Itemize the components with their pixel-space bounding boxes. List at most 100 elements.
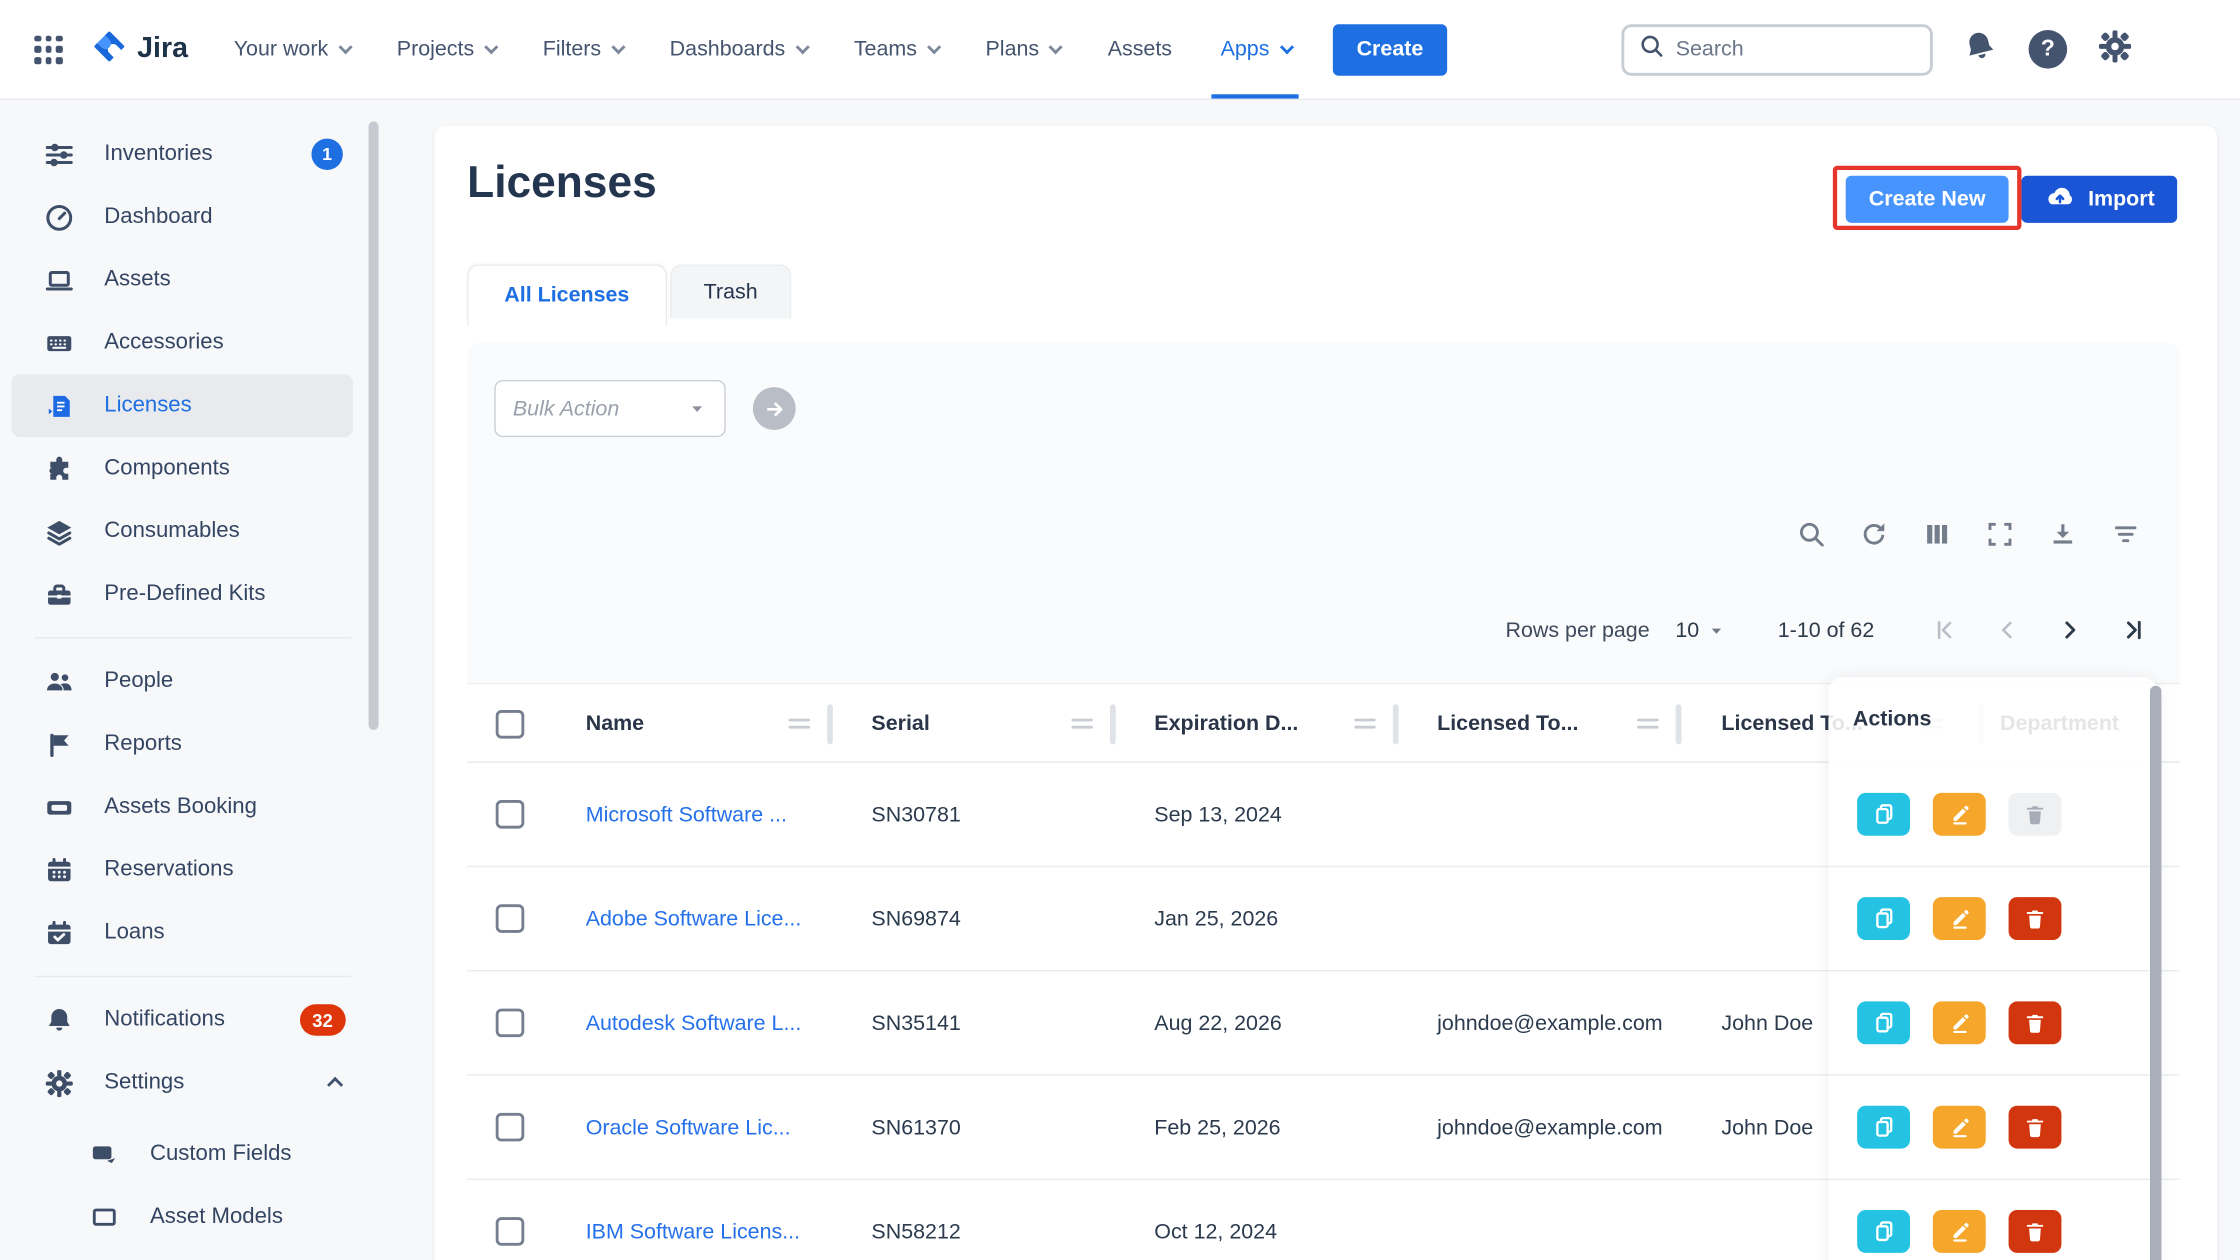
bulk-action-select[interactable]: Bulk Action (494, 380, 725, 437)
first-page-button[interactable] (1931, 617, 1957, 643)
row-checkbox[interactable] (496, 1113, 525, 1142)
column-resizer[interactable] (1393, 704, 1399, 744)
license-name-link[interactable]: Oracle Software Lic... (586, 1076, 791, 1180)
row-checkbox[interactable] (496, 1217, 525, 1246)
copy-button[interactable] (1857, 1106, 1910, 1149)
jira-logo[interactable]: Jira (91, 28, 188, 71)
sidebar-item-people[interactable]: People (0, 650, 386, 713)
copy-button[interactable] (1857, 793, 1910, 836)
sidebar-item-inventories[interactable]: Inventories 1 (0, 123, 386, 186)
delete-button[interactable] (2009, 1210, 2062, 1253)
sidebar-item-components[interactable]: Components (0, 437, 386, 500)
nav-dashboards[interactable]: Dashboards (670, 0, 806, 99)
sidebar-item-settings[interactable]: Settings (0, 1051, 386, 1114)
copy-button[interactable] (1857, 1001, 1910, 1044)
sidebar-item-accessories[interactable]: Accessories (0, 311, 386, 374)
nav-assets[interactable]: Assets (1108, 0, 1172, 99)
refresh-icon[interactable] (1860, 520, 1889, 549)
column-header-licensed-to[interactable]: Licensed To... (1437, 684, 1578, 764)
sidebar-item-licenses[interactable]: Licenses (11, 374, 352, 437)
column-drag-handle[interactable] (1637, 719, 1658, 733)
licensed-name-cell: John Doe (1721, 1076, 1813, 1180)
tab-all-licenses[interactable]: All Licenses (467, 264, 666, 325)
laptop-icon (43, 264, 74, 295)
select-all-checkbox[interactable] (496, 710, 525, 739)
license-name-link[interactable]: IBM Software Licens... (586, 1180, 800, 1260)
next-page-button[interactable] (2057, 617, 2083, 643)
column-header-serial[interactable]: Serial (871, 684, 929, 764)
sidebar-item-dashboard[interactable]: Dashboard (0, 186, 386, 249)
copy-button[interactable] (1857, 1210, 1910, 1253)
row-checkbox[interactable] (496, 904, 525, 933)
sidebar-item-loans[interactable]: Loans (0, 901, 386, 964)
nav-apps[interactable]: Apps (1221, 0, 1290, 99)
delete-button[interactable] (2009, 897, 2062, 940)
user-avatar[interactable] (2163, 26, 2209, 72)
serial-cell: SN69874 (871, 867, 960, 971)
prev-page-button[interactable] (1994, 617, 2020, 643)
license-name-link[interactable]: Autodesk Software L... (586, 971, 802, 1075)
licenses-page: Licenses Create New Import All Licenses … (434, 126, 2217, 1260)
copy-button[interactable] (1857, 897, 1910, 940)
create-button[interactable]: Create (1332, 24, 1447, 75)
column-drag-handle[interactable] (1071, 719, 1092, 733)
sidebar-item-reports[interactable]: Reports (0, 713, 386, 776)
sidebar-item-consumables[interactable]: Consumables (0, 500, 386, 563)
fullscreen-icon[interactable] (1986, 520, 2015, 549)
edit-button[interactable] (1933, 1210, 1986, 1253)
rows-per-page-select[interactable]: 10 (1675, 618, 1726, 642)
edit-button[interactable] (1933, 897, 1986, 940)
nav-projects[interactable]: Projects (397, 0, 494, 99)
import-button[interactable]: Import (2021, 176, 2177, 223)
last-page-button[interactable] (2120, 617, 2146, 643)
flag-icon (43, 729, 74, 760)
licensed-to-cell: johndoe@example.com (1437, 1076, 1662, 1180)
sidebar-item-custom-fields[interactable]: Custom Fields (0, 1123, 386, 1186)
search-input[interactable] (1676, 37, 1890, 61)
delete-button-disabled[interactable] (2009, 793, 2062, 836)
create-new-button[interactable]: Create New (1846, 176, 2009, 223)
nav-filters[interactable]: Filters (543, 0, 621, 99)
nav-your-work[interactable]: Your work (234, 0, 349, 99)
filter-icon[interactable] (2111, 520, 2140, 549)
app-switcher-icon[interactable] (34, 35, 63, 64)
tab-trash[interactable]: Trash (669, 264, 792, 318)
table-scrollbar[interactable] (2150, 686, 2161, 1260)
column-drag-handle[interactable] (1354, 719, 1375, 733)
sidebar-item-pre-defined-kits[interactable]: Pre-Defined Kits (0, 563, 386, 626)
global-search[interactable] (1621, 24, 1932, 75)
delete-button[interactable] (2009, 1001, 2062, 1044)
help-icon[interactable]: ? (2029, 30, 2068, 69)
table-search-icon[interactable] (1797, 520, 1826, 549)
nav-teams[interactable]: Teams (854, 0, 937, 99)
sidebar-item-assets[interactable]: Assets (0, 249, 386, 312)
license-name-link[interactable]: Adobe Software Lice... (586, 867, 802, 971)
column-header-expiration-date[interactable]: Expiration D... (1154, 684, 1298, 764)
license-name-link[interactable]: Microsoft Software ... (586, 763, 787, 867)
sidebar-scrollbar[interactable] (369, 121, 379, 730)
column-resizer[interactable] (827, 704, 833, 744)
column-resizer[interactable] (1110, 704, 1116, 744)
sidebar-item-asset-models[interactable]: Asset Models (0, 1186, 386, 1249)
columns-icon[interactable] (1923, 520, 1952, 549)
chevron-up-icon (327, 1077, 343, 1093)
edit-button[interactable] (1933, 793, 1986, 836)
settings-gear-icon[interactable] (2097, 28, 2133, 71)
sidebar-item-assets-booking[interactable]: Assets Booking (0, 776, 386, 839)
sidebar-item-notifications[interactable]: Notifications 32 (0, 989, 386, 1052)
download-icon[interactable] (2049, 520, 2078, 549)
column-drag-handle[interactable] (789, 719, 810, 733)
delete-button[interactable] (2009, 1106, 2062, 1149)
bell-icon (43, 1004, 74, 1035)
rows-per-page-label: Rows per page (1505, 618, 1649, 642)
row-checkbox[interactable] (496, 800, 525, 829)
edit-button[interactable] (1933, 1106, 1986, 1149)
nav-plans[interactable]: Plans (986, 0, 1060, 99)
notification-bell-icon[interactable] (1958, 24, 2003, 74)
bulk-action-apply-button[interactable] (753, 387, 796, 430)
edit-button[interactable] (1933, 1001, 1986, 1044)
row-checkbox[interactable] (496, 1009, 525, 1038)
column-resizer[interactable] (1676, 704, 1682, 744)
sidebar-item-reservations[interactable]: Reservations (0, 839, 386, 902)
column-header-name[interactable]: Name (586, 684, 644, 764)
